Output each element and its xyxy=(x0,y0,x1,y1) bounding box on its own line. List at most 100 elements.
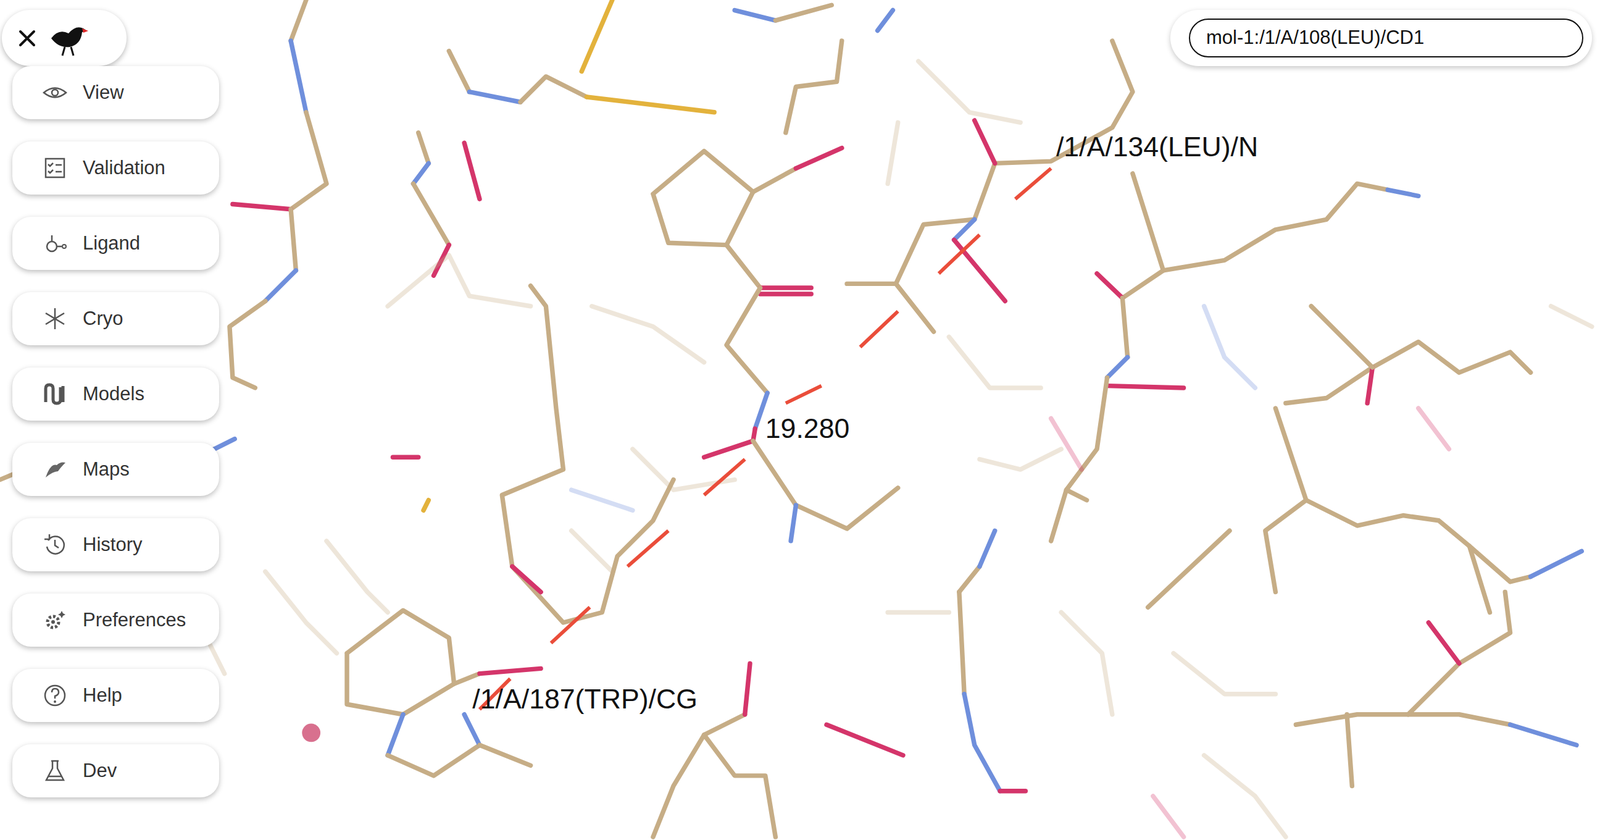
bond xyxy=(653,714,746,837)
bond xyxy=(346,609,455,715)
bond xyxy=(895,283,934,332)
sidebar: View Validation Ligand Cryo Models Maps Histor… xyxy=(1,9,225,797)
flask-icon xyxy=(41,757,68,784)
sidebar-item[interactable]: History xyxy=(12,517,220,571)
bond xyxy=(704,734,776,837)
bond xyxy=(1173,653,1276,694)
sidebar-item[interactable]: Dev xyxy=(12,743,220,797)
bond xyxy=(290,40,307,113)
viewer: /1/A/134(LEU)/N/1/A/187(TRP)/CG19.280 Vi… xyxy=(0,0,1600,840)
bond xyxy=(1000,788,1026,793)
bond xyxy=(964,693,1000,791)
bond xyxy=(1107,385,1184,388)
bond xyxy=(479,744,531,765)
bond xyxy=(387,744,480,776)
bond xyxy=(392,454,418,460)
sidebar-item[interactable]: View xyxy=(12,66,220,120)
menu-toggle[interactable] xyxy=(1,9,127,67)
bond xyxy=(1051,418,1083,470)
bond xyxy=(587,96,715,113)
bond xyxy=(1132,173,1388,271)
bond xyxy=(423,500,429,511)
sidebar-item[interactable]: Models xyxy=(12,367,220,421)
bond xyxy=(753,168,796,192)
bond xyxy=(1122,270,1163,299)
bond xyxy=(887,609,949,615)
atom-search-field[interactable] xyxy=(1188,18,1584,58)
bond xyxy=(959,591,965,694)
bond xyxy=(785,40,842,133)
bond xyxy=(1387,189,1419,196)
bond xyxy=(1153,795,1184,837)
bond xyxy=(418,132,430,164)
bond xyxy=(948,336,1041,388)
help-icon xyxy=(41,682,68,709)
sidebar-item-label: Help xyxy=(82,680,123,710)
molecule-canvas[interactable]: /1/A/134(LEU)/N/1/A/187(TRP)/CG19.280 xyxy=(0,0,1600,840)
sidebar-item[interactable]: Preferences xyxy=(12,593,220,647)
bond xyxy=(520,76,587,102)
distance-dash xyxy=(785,385,822,404)
bond xyxy=(1295,714,1510,725)
bond xyxy=(326,540,388,613)
close-icon[interactable] xyxy=(17,29,37,48)
bond xyxy=(1061,611,1113,714)
checklist-icon xyxy=(41,154,68,181)
bond xyxy=(877,10,894,31)
bond xyxy=(448,51,470,92)
bond xyxy=(1551,306,1592,327)
bond xyxy=(464,142,480,199)
sidebar-item-label: Preferences xyxy=(82,605,186,635)
bond xyxy=(1204,754,1286,837)
sidebar-item[interactable]: Cryo xyxy=(12,291,220,346)
sidebar-item-label: Maps xyxy=(82,454,130,484)
bond xyxy=(1418,408,1450,449)
sidebar-item[interactable]: Help xyxy=(12,668,220,722)
sidebar-item[interactable]: Validation xyxy=(12,141,220,195)
bond xyxy=(290,209,296,271)
bond xyxy=(959,566,980,592)
distance-dash xyxy=(627,530,669,567)
bond xyxy=(954,239,1006,301)
distance-dash xyxy=(860,311,899,347)
distance-dash xyxy=(1015,168,1052,200)
bond xyxy=(469,91,521,103)
bond xyxy=(512,566,541,592)
bond xyxy=(1530,550,1583,576)
bond xyxy=(704,428,756,457)
distance-dash xyxy=(551,606,591,643)
bond xyxy=(979,530,996,567)
bond xyxy=(1408,591,1510,714)
sidebar-item[interactable]: Maps xyxy=(12,442,220,496)
bond xyxy=(753,440,899,529)
bond xyxy=(979,448,1062,470)
bond xyxy=(571,530,613,571)
bond xyxy=(734,10,776,21)
bond xyxy=(760,285,812,290)
bond xyxy=(387,254,531,307)
bond xyxy=(501,285,674,623)
bond xyxy=(1510,724,1577,745)
bond xyxy=(1265,408,1307,592)
bond xyxy=(1107,356,1128,378)
distance-label: 19.280 xyxy=(765,412,850,444)
bond xyxy=(1066,489,1087,500)
bond xyxy=(229,300,266,388)
ligand-icon xyxy=(41,230,68,257)
distance-dash xyxy=(938,234,980,274)
sidebar-item-label: Ligand xyxy=(82,229,141,259)
bond xyxy=(1306,500,1531,582)
sidebar-item[interactable]: Ligand xyxy=(12,216,220,270)
bond xyxy=(1469,545,1490,612)
bond xyxy=(974,120,996,163)
bond xyxy=(387,714,404,755)
bond xyxy=(591,306,705,363)
sidebar-item-label: Models xyxy=(82,379,145,409)
eye-icon xyxy=(41,79,68,106)
bond xyxy=(826,724,904,755)
bond xyxy=(581,0,613,72)
bond xyxy=(775,4,832,21)
bond xyxy=(232,203,291,209)
bond xyxy=(745,662,750,715)
bond xyxy=(464,714,480,746)
